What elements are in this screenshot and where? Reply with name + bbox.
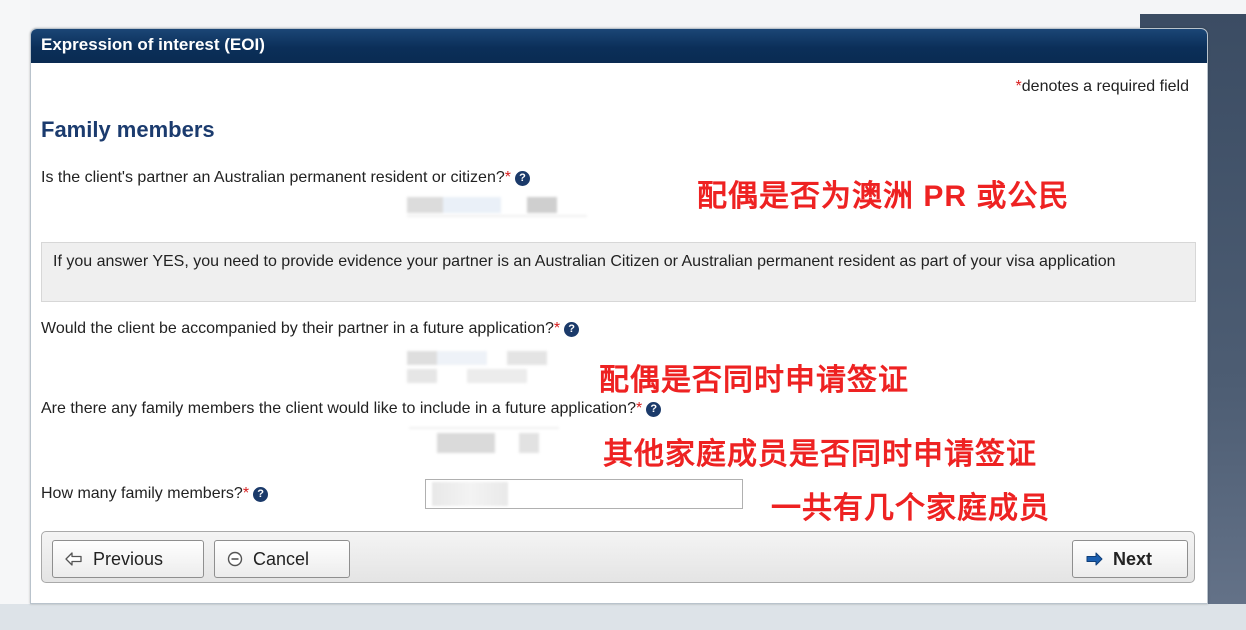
help-icon[interactable]: ? <box>646 402 662 417</box>
info-notice-text: If you answer YES, you need to provide e… <box>53 253 1116 270</box>
next-label: Next <box>1113 548 1153 569</box>
required-star: * <box>504 169 511 186</box>
cancel-label: Cancel <box>253 548 310 569</box>
question-family-count: How many family members?*? <box>41 485 269 503</box>
info-notice: If you answer YES, you need to provide e… <box>41 242 1196 302</box>
required-star: * <box>635 400 643 417</box>
annotation-family-count: 一共有几个家庭成员 <box>771 492 1050 525</box>
cancel-button[interactable]: Cancel <box>214 540 350 578</box>
arrow-left-icon <box>65 552 82 566</box>
background-left <box>0 0 30 630</box>
previous-label: Previous <box>93 548 164 569</box>
redacted-value <box>432 482 508 506</box>
annotation-partner-pr: 配偶是否为澳洲 PR 或公民 <box>697 180 1070 213</box>
required-star: * <box>553 320 561 337</box>
required-star: * <box>242 485 250 502</box>
eoi-panel: Expression of interest (EOI) *denotes a … <box>30 28 1208 604</box>
help-icon[interactable]: ? <box>564 322 580 337</box>
arrow-right-icon <box>1086 552 1103 566</box>
question-label: Are there any family members the client … <box>41 400 636 417</box>
required-note-text: denotes a required field <box>1021 78 1189 95</box>
previous-button[interactable]: Previous <box>52 540 204 578</box>
answer-options-redacted[interactable] <box>407 349 557 385</box>
help-icon[interactable]: ? <box>514 171 530 186</box>
next-button[interactable]: Next <box>1072 540 1188 578</box>
help-icon[interactable]: ? <box>253 487 269 502</box>
panel-header: Expression of interest (EOI) <box>31 29 1207 63</box>
annotation-family-apply: 其他家庭成员是否同时申请签证 <box>603 438 1037 471</box>
required-field-note: *denotes a required field <box>1016 78 1189 96</box>
question-partner-pr-citizen: Is the client's partner an Australian pe… <box>41 169 530 187</box>
annotation-partner-apply: 配偶是否同时申请签证 <box>599 364 909 397</box>
answer-options-redacted[interactable] <box>407 195 587 217</box>
section-title: Family members <box>41 117 215 142</box>
question-family-include: Are there any family members the client … <box>41 400 662 418</box>
question-label: How many family members? <box>41 485 243 502</box>
question-label: Is the client's partner an Australian pe… <box>41 169 505 186</box>
question-label: Would the client be accompanied by their… <box>41 320 554 337</box>
cancel-circle-icon <box>227 551 243 567</box>
family-count-input[interactable] <box>425 479 743 509</box>
form-footer: Previous Cancel Next <box>41 531 1195 583</box>
question-partner-accompany: Would the client be accompanied by their… <box>41 320 580 338</box>
panel-title: Expression of interest (EOI) <box>41 35 265 54</box>
background-bottom <box>0 604 1246 630</box>
answer-options-redacted[interactable] <box>409 427 559 457</box>
